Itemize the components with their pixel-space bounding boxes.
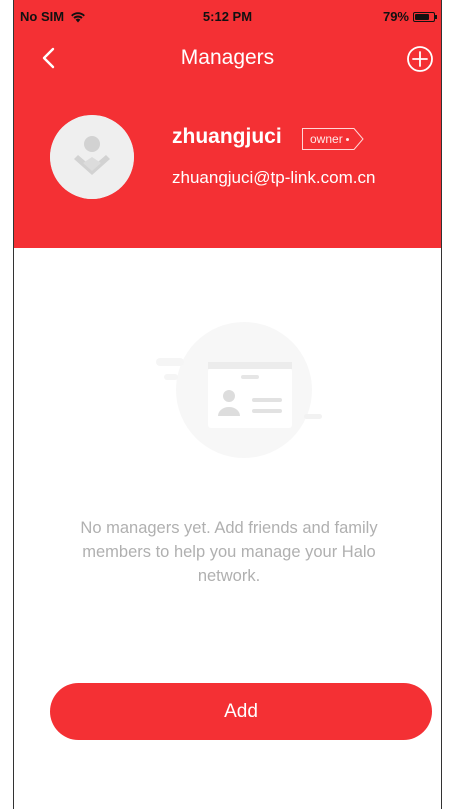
- profile-header: No SIM 5:12 PM 79% Managers zhuangjuci o…: [14, 0, 441, 248]
- default-avatar-icon: [50, 115, 134, 199]
- add-button[interactable]: Add: [50, 683, 432, 740]
- avatar: [50, 115, 134, 199]
- empty-state-illustration: [154, 318, 333, 468]
- battery-icon: [413, 11, 437, 22]
- role-badge: owner: [302, 128, 364, 150]
- user-email: zhuangjuci@tp-link.com.cn: [172, 168, 376, 187]
- circle-plus-icon: [407, 46, 433, 72]
- badge-dot-icon: [345, 137, 349, 141]
- nav-bar: Managers: [14, 38, 441, 78]
- empty-state-message: No managers yet. Add friends and family …: [80, 519, 378, 585]
- role-badge-body: owner: [302, 128, 353, 150]
- add-manager-icon-button[interactable]: [405, 44, 435, 74]
- status-bar: No SIM 5:12 PM 79%: [14, 0, 441, 28]
- role-badge-label: owner: [310, 132, 343, 146]
- add-button-label: Add: [224, 700, 258, 722]
- user-name: zhuangjuci: [172, 125, 282, 148]
- tag-arrow-icon: [352, 128, 364, 150]
- id-card-icon: [156, 322, 333, 458]
- status-time: 5:12 PM: [202, 9, 253, 24]
- page-title: Managers: [180, 46, 275, 69]
- battery-percent: 79%: [382, 9, 409, 24]
- status-right: 79%: [382, 9, 437, 24]
- battery-level: [415, 13, 430, 20]
- app-screen: No SIM 5:12 PM 79% Managers zhuangjuci o…: [13, 0, 442, 809]
